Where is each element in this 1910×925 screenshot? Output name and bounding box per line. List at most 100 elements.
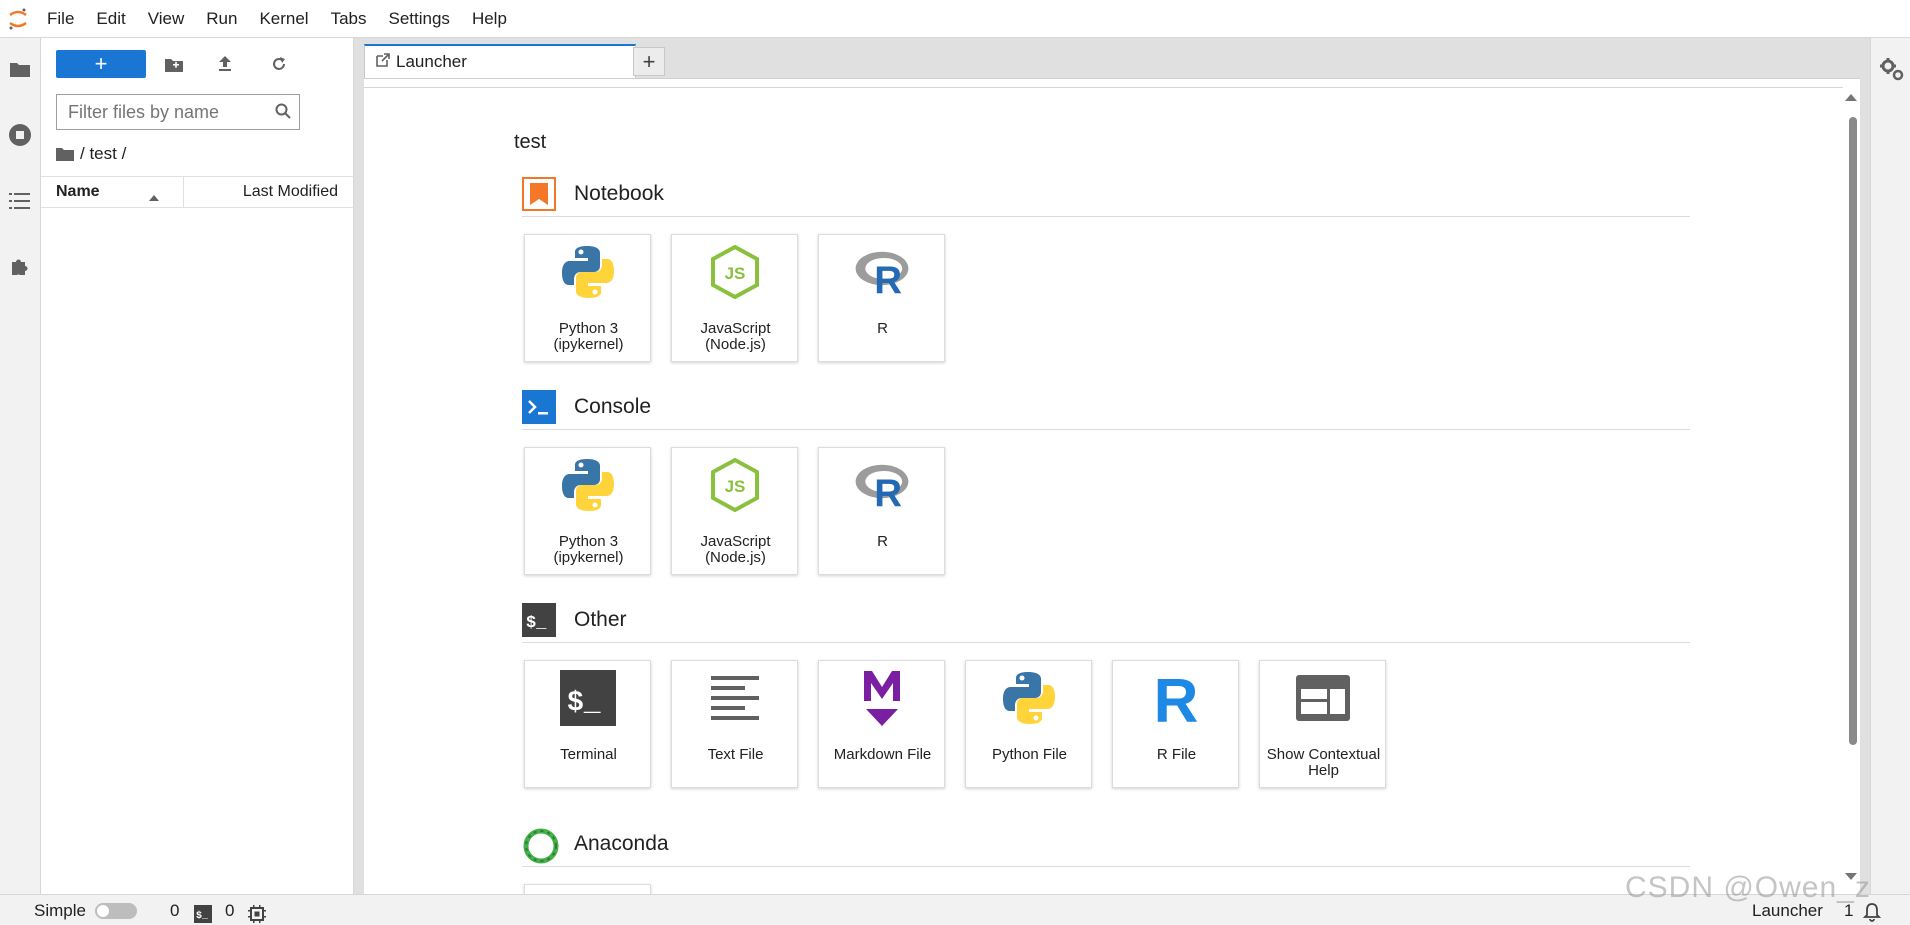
launcher-card-text-file[interactable]: Text File (671, 660, 798, 788)
new-launcher-button[interactable]: + (56, 50, 146, 78)
panel-divider (364, 87, 1860, 88)
new-folder-icon[interactable] (162, 52, 186, 76)
terminal-count[interactable]: 0 (225, 895, 234, 925)
sort-ascending-icon (149, 188, 159, 206)
kernel-chip-icon[interactable] (248, 902, 266, 925)
launcher-card-contextual-help[interactable]: Show Contextual Help (1259, 660, 1386, 788)
section-title: Console (574, 395, 652, 418)
extension-puzzle-icon[interactable] (7, 254, 33, 280)
add-tab-button[interactable]: + (633, 47, 665, 76)
launcher-panel: test Notebook Python 3 (ipykernel) JS Ja… (364, 78, 1860, 894)
r-language-icon: R (853, 456, 911, 514)
launcher-card-markdown-file[interactable]: Markdown File (818, 660, 945, 788)
card-label: Markdown File (833, 746, 932, 763)
breadcrumb: / test / (56, 142, 126, 166)
launcher-scroll-thumb[interactable] (1849, 117, 1857, 745)
tab-launcher[interactable]: Launcher (364, 44, 636, 78)
last-modified-column-header[interactable]: Last Modified (243, 177, 338, 207)
breadcrumb-path[interactable]: / test / (80, 144, 126, 164)
card-label: R File (1156, 746, 1197, 763)
other-section-icon: $_ (522, 603, 556, 637)
svg-text:R: R (1154, 670, 1198, 726)
menu-bar: File Edit View Run Kernel Tabs Settings … (0, 0, 1910, 38)
simple-mode-label: Simple (34, 901, 86, 920)
table-of-contents-icon[interactable] (7, 188, 33, 214)
r-file-icon: R (1147, 669, 1205, 727)
simple-mode-toggle[interactable] (95, 903, 137, 919)
menu-file[interactable]: File (36, 0, 85, 38)
python-icon (559, 456, 617, 514)
notebook-section-icon (522, 177, 556, 211)
card-label: JavaScript (Node.js) (700, 533, 771, 566)
svg-text:$_: $_ (526, 614, 547, 633)
launcher-card-console-python3[interactable]: Python 3 (ipykernel) (524, 447, 651, 575)
svg-text:JS: JS (725, 477, 746, 496)
card-label: Show Contextual Help (1266, 746, 1381, 779)
section-anaconda: Anaconda (522, 827, 1690, 867)
menu-kernel[interactable]: Kernel (248, 0, 319, 38)
tab-label: Launcher (396, 52, 467, 71)
launcher-card-terminal[interactable]: $_ Terminal (524, 660, 651, 788)
jupyter-logo-icon (0, 0, 36, 38)
home-folder-icon[interactable] (56, 147, 74, 161)
kernel-count[interactable]: 0 (170, 895, 179, 925)
terminal-status-icon[interactable]: $_ (194, 902, 212, 925)
card-label: Python 3 (ipykernel) (553, 320, 624, 353)
launcher-card-notebook-javascript[interactable]: JS JavaScript (Node.js) (671, 234, 798, 362)
column-divider[interactable] (183, 177, 184, 207)
svg-text:R: R (874, 472, 902, 511)
launcher-card-notebook-python3[interactable]: Python 3 (ipykernel) (524, 234, 651, 362)
menu-edit[interactable]: Edit (85, 0, 136, 38)
launcher-cwd: test (514, 131, 547, 153)
svg-text:$_: $_ (567, 688, 601, 719)
launcher-card-python-file[interactable]: Python File (965, 660, 1092, 788)
refresh-icon[interactable] (267, 52, 291, 76)
svg-text:R: R (874, 259, 902, 298)
menu-tabs[interactable]: Tabs (320, 0, 378, 38)
scroll-up-arrow-icon[interactable] (1844, 89, 1858, 107)
card-label: Terminal (560, 746, 617, 763)
nodejs-icon: JS (706, 243, 764, 301)
section-notebook: Notebook (522, 177, 1690, 217)
running-stop-icon[interactable] (7, 122, 33, 148)
menu-run[interactable]: Run (195, 0, 248, 38)
menu-view[interactable]: View (137, 0, 196, 38)
section-title: Other (574, 608, 627, 631)
launcher-card-anaconda-partial[interactable] (524, 884, 651, 894)
section-console: Console (522, 390, 1690, 430)
section-other: $_ Other (522, 603, 1690, 643)
r-language-icon: R (853, 243, 911, 301)
card-label: R (877, 320, 888, 337)
launcher-card-console-r[interactable]: R R (818, 447, 945, 575)
section-title: Notebook (574, 182, 664, 205)
launcher-card-console-javascript[interactable]: JS JavaScript (Node.js) (671, 447, 798, 575)
svg-text:$_: $_ (196, 910, 209, 922)
card-label: R (877, 533, 888, 550)
main-tab-bar: Launcher + (357, 42, 1857, 78)
folder-icon[interactable] (7, 56, 33, 82)
name-column-header[interactable]: Name (56, 177, 100, 207)
left-activity-bar (0, 38, 41, 894)
python-icon (1000, 669, 1058, 727)
upload-icon[interactable] (213, 52, 237, 76)
right-sidebar (1870, 38, 1910, 894)
nodejs-icon: JS (706, 456, 764, 514)
watermark-text: CSDN @Owen_z (1625, 871, 1871, 904)
filter-files-input[interactable] (57, 95, 257, 129)
launcher-tab-icon (376, 52, 390, 72)
menu-settings[interactable]: Settings (378, 0, 461, 38)
status-bar: Simple 0 $_ 0 Launcher 1 (0, 894, 1910, 925)
contextual-help-icon (1294, 669, 1352, 727)
menu-help[interactable]: Help (461, 0, 518, 38)
card-label: Python File (991, 746, 1068, 763)
markdown-icon (853, 669, 911, 727)
property-inspector-gears-icon[interactable] (1879, 58, 1905, 87)
text-file-icon (706, 669, 764, 727)
launcher-card-r-file[interactable]: R R File (1112, 660, 1239, 788)
python-icon (559, 243, 617, 301)
card-label: JavaScript (Node.js) (700, 320, 771, 353)
section-title: Anaconda (574, 832, 669, 855)
search-icon (275, 103, 291, 124)
file-browser: + / test / Name Last Modified (41, 38, 354, 894)
launcher-card-notebook-r[interactable]: R R (818, 234, 945, 362)
